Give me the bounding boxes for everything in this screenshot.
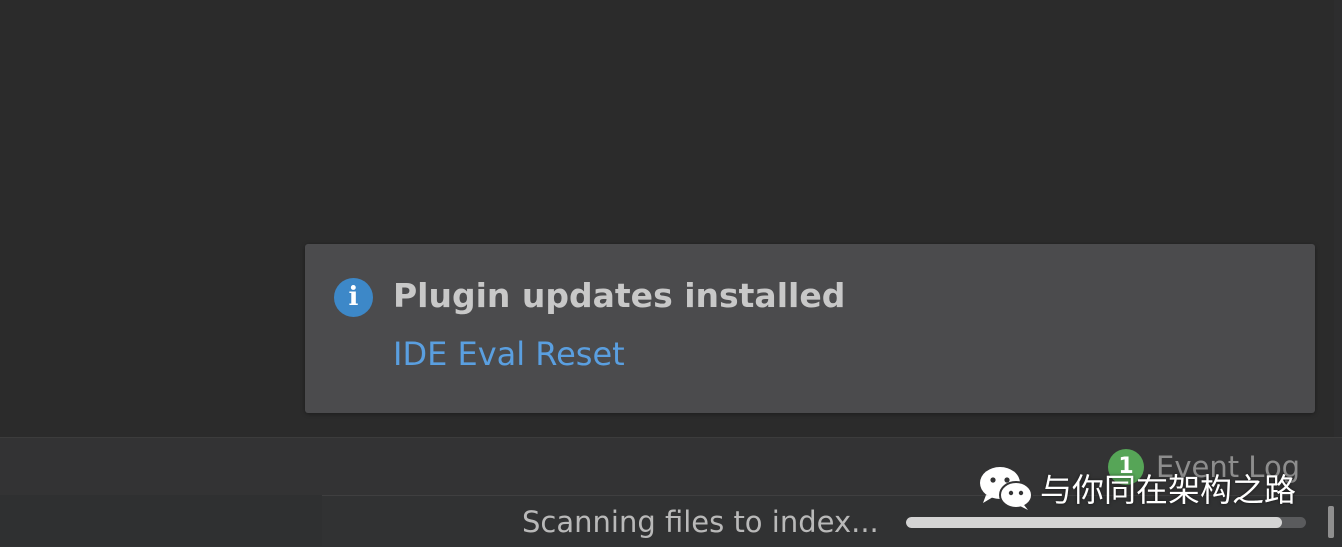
watermark-text: 与你同在架构之路 xyxy=(1040,471,1297,509)
watermark: 与你同在架构之路 xyxy=(978,464,1296,512)
status-bar-scroll-handle[interactable] xyxy=(1328,506,1334,538)
indexing-status-text[interactable]: Scanning files to index... xyxy=(522,505,879,539)
status-bar-left-section xyxy=(0,495,322,546)
notification-title: Plugin updates installed xyxy=(393,276,846,315)
ide-eval-reset-link[interactable]: IDE Eval Reset xyxy=(393,335,625,373)
wechat-icon xyxy=(980,467,1033,510)
info-icon: i xyxy=(334,278,373,317)
notification-balloon[interactable] xyxy=(305,244,1315,413)
editor-right-edge xyxy=(1334,0,1342,437)
progress-fill xyxy=(906,517,1282,528)
indexing-progress-bar[interactable] xyxy=(906,517,1306,528)
